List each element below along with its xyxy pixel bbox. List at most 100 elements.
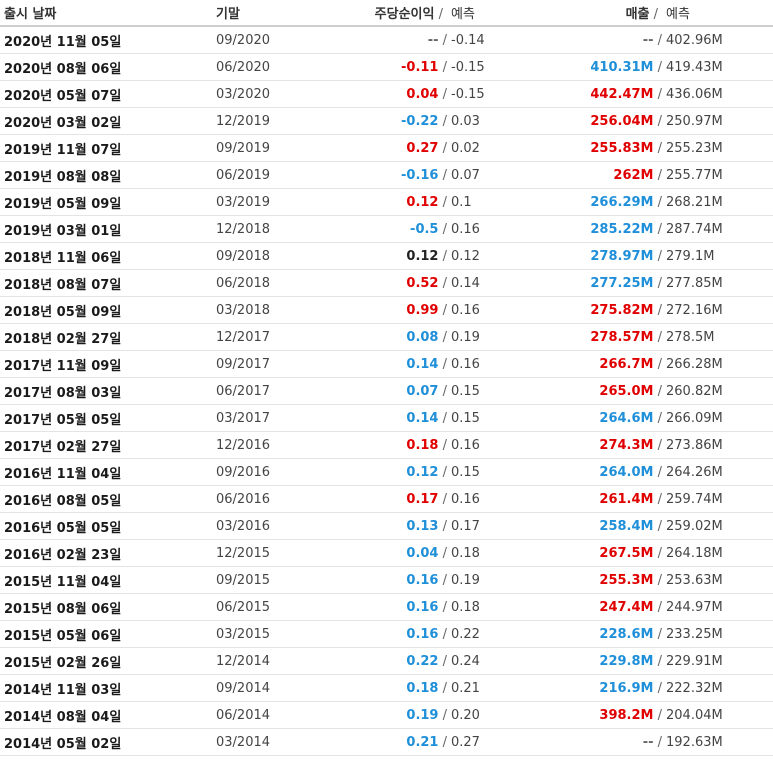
eps-forecast-value: 0.17 [451, 518, 480, 534]
eps-forecast-value: 0.15 [451, 464, 480, 480]
eps-forecast-value: 0.16 [451, 356, 480, 372]
value-separator: / [653, 680, 662, 696]
eps-forecast-value: -0.14 [451, 32, 485, 48]
eps-forecast-cell: -0.15 [447, 80, 531, 108]
period-end-value: 06/2019 [216, 167, 271, 183]
eps-forecast-value: 0.27 [451, 734, 480, 750]
eps-forecast-cell: 0.22 [447, 620, 531, 648]
eps-forecast-value: 0.22 [451, 626, 480, 642]
revenue-forecast-value: 419.43M [666, 59, 723, 75]
revenue-forecast-value: 250.97M [666, 113, 723, 129]
release-date-cell: 2017년 02월 27일 [0, 431, 206, 459]
eps-forecast-cell: 0.16 [447, 350, 531, 378]
table-row: 2020년 08월 06일 06/2020 -0.11 /-0.15 410.31M … [0, 53, 773, 81]
period-end-value: 09/2017 [216, 356, 271, 372]
eps-actual-value: 0.08 [406, 329, 439, 345]
eps-forecast-cell: 0.18 [447, 539, 531, 567]
table-row: 2020년 05월 07일 03/2020 0.04 /-0.15 442.47M /… [0, 80, 773, 108]
revenue-forecast-value: 266.28M [666, 356, 723, 372]
period-end-cell: 03/2016 [206, 512, 330, 540]
eps-actual-cell: 0.19 / [330, 701, 447, 729]
eps-forecast-value: 0.19 [451, 329, 480, 345]
revenue-actual-value: 442.47M [590, 86, 654, 102]
eps-actual-cell: 0.14 / [330, 404, 447, 432]
header-revenue[interactable]: 매출 / [531, 0, 662, 27]
period-end-value: 12/2017 [216, 329, 271, 345]
eps-actual-cell: 0.17 / [330, 485, 447, 513]
revenue-forecast-cell: 266.28M [662, 350, 773, 378]
header-release-date[interactable]: 출시 날짜 [0, 0, 206, 27]
release-date-value: 2019년 11월 07일 [4, 142, 122, 158]
period-end-value: 12/2019 [216, 113, 271, 129]
period-end-cell: 09/2017 [206, 350, 330, 378]
release-date-cell: 2020년 05월 07일 [0, 80, 206, 108]
revenue-actual-cell: 265.0M / [531, 377, 662, 405]
eps-forecast-cell: 0.15 [447, 377, 531, 405]
eps-actual-value: 0.19 [406, 707, 439, 723]
eps-forecast-cell: 0.1 [447, 188, 531, 216]
eps-actual-value: -0.11 [401, 59, 439, 75]
value-separator: / [653, 329, 662, 345]
table-row: 2015년 05월 06일 03/2015 0.16 /0.22 228.6M /23… [0, 620, 773, 648]
period-end-cell: 09/2015 [206, 566, 330, 594]
revenue-actual-value: -- [642, 32, 654, 48]
header-eps-forecast[interactable]: 예측 [447, 0, 531, 27]
value-separator: / [653, 221, 662, 237]
eps-actual-value: 0.18 [406, 680, 439, 696]
revenue-forecast-cell: 255.23M [662, 134, 773, 162]
revenue-forecast-value: 266.09M [666, 410, 723, 426]
eps-forecast-cell: 0.12 [447, 242, 531, 270]
revenue-actual-cell: 285.22M / [531, 215, 662, 243]
revenue-forecast-value: 278.5M [666, 329, 715, 345]
eps-forecast-value: 0.16 [451, 221, 480, 237]
revenue-forecast-cell: 255.77M [662, 161, 773, 189]
period-end-cell: 06/2017 [206, 377, 330, 405]
table-row: 2018년 11월 06일 09/2018 0.12 /0.12 278.97M /2… [0, 242, 773, 270]
eps-forecast-value: 0.12 [451, 248, 480, 264]
eps-actual-value: 0.12 [406, 194, 439, 210]
release-date-cell: 2016년 05월 05일 [0, 512, 206, 540]
eps-actual-cell: 0.52 / [330, 269, 447, 297]
revenue-actual-value: 261.4M [599, 491, 654, 507]
header-row: 출시 날짜 기말 주당순이익 / 예측 매출 / 예측 [0, 0, 773, 27]
eps-forecast-cell: 0.16 [447, 485, 531, 513]
header-eps[interactable]: 주당순이익 / [330, 0, 447, 27]
revenue-forecast-cell: 279.1M [662, 242, 773, 270]
release-date-value: 2019년 08월 08일 [4, 169, 122, 185]
release-date-cell: 2014년 11월 03일 [0, 674, 206, 702]
eps-actual-cell: 0.04 / [330, 539, 447, 567]
eps-actual-value: 0.16 [406, 626, 439, 642]
release-date-value: 2017년 11월 09일 [4, 358, 122, 374]
eps-actual-cell: -0.16 / [330, 161, 447, 189]
release-date-cell: 2016년 02월 23일 [0, 539, 206, 567]
table-row: 2019년 05월 09일 03/2019 0.12 /0.1 266.29M /26… [0, 188, 773, 216]
period-end-cell: 09/2014 [206, 674, 330, 702]
revenue-actual-value: 258.4M [599, 518, 654, 534]
value-separator: / [438, 518, 447, 534]
revenue-forecast-cell: 259.74M [662, 485, 773, 513]
value-separator: / [438, 626, 447, 642]
release-date-cell: 2016년 11월 04일 [0, 458, 206, 486]
value-separator: / [653, 113, 662, 129]
revenue-actual-cell: 274.3M / [531, 431, 662, 459]
revenue-forecast-cell: 229.91M [662, 647, 773, 675]
earnings-table: 출시 날짜 기말 주당순이익 / 예측 매출 / 예측 2020년 11월 05… [0, 0, 773, 756]
eps-forecast-value: 0.15 [451, 410, 480, 426]
eps-actual-cell: 0.16 / [330, 593, 447, 621]
header-revenue-forecast[interactable]: 예측 [662, 0, 773, 27]
period-end-value: 03/2015 [216, 626, 271, 642]
revenue-actual-value: 247.4M [599, 599, 654, 615]
eps-actual-cell: 0.08 / [330, 323, 447, 351]
release-date-cell: 2015년 08월 06일 [0, 593, 206, 621]
release-date-value: 2015년 05월 06일 [4, 628, 122, 644]
revenue-forecast-value: 402.96M [666, 32, 723, 48]
release-date-value: 2018년 02월 27일 [4, 331, 122, 347]
period-end-value: 12/2015 [216, 545, 271, 561]
header-period-end[interactable]: 기말 [206, 0, 330, 27]
eps-actual-value: -- [427, 32, 439, 48]
table-body: 2020년 11월 05일 09/2020 -- / -0.14 -- /402.96M… [0, 26, 773, 756]
value-separator: / [438, 113, 447, 129]
period-end-cell: 03/2017 [206, 404, 330, 432]
revenue-forecast-value: 260.82M [666, 383, 723, 399]
eps-actual-value: 0.27 [406, 140, 439, 156]
